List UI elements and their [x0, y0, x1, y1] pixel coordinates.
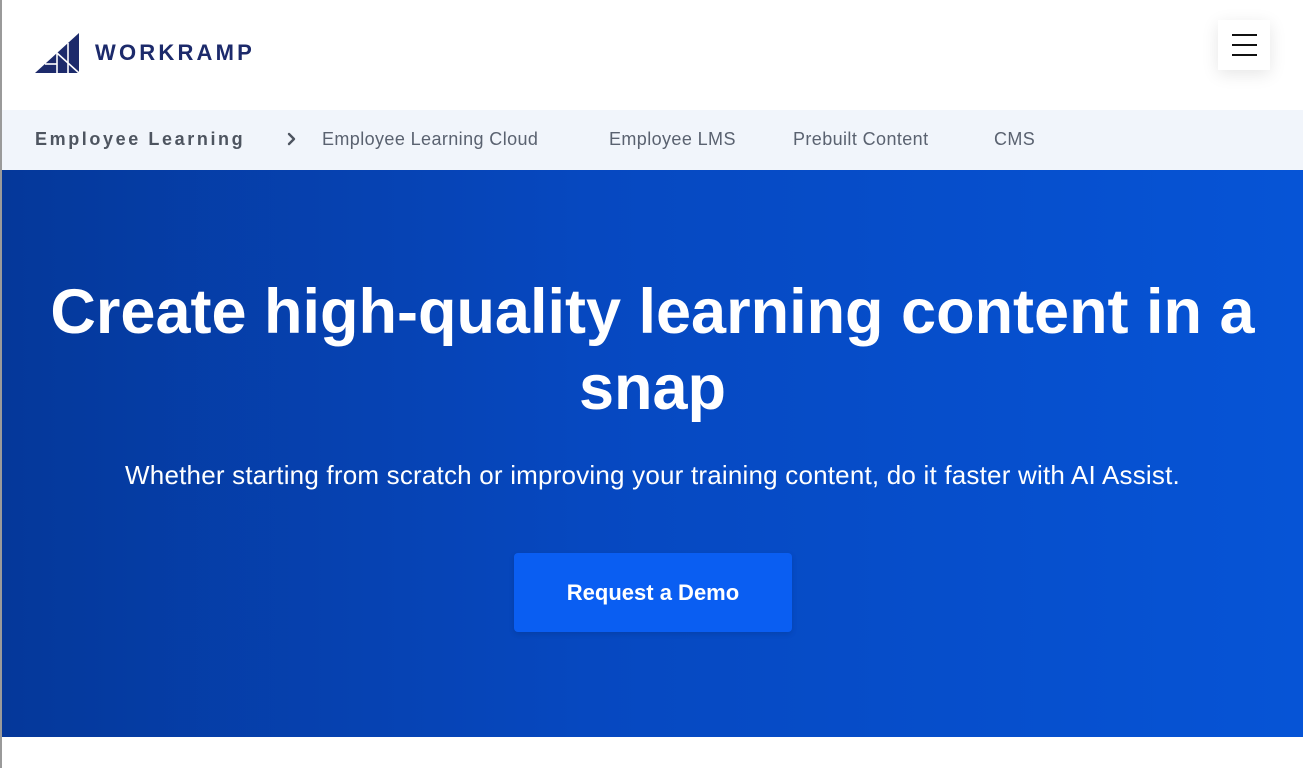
hero-title: Create high-quality learning content in …: [2, 274, 1303, 426]
below-hero-area: [2, 737, 1303, 768]
brand-name: WORKRAMP: [95, 40, 256, 65]
hamburger-menu-button[interactable]: [1218, 20, 1270, 70]
hero-section: Create high-quality learning content in …: [2, 170, 1303, 737]
request-demo-button[interactable]: Request a Demo: [514, 553, 792, 632]
page: WORKRAMP Employee Learning Employee Lear…: [0, 0, 1303, 768]
hero-title-line-1: Create high-quality learning content in …: [50, 277, 1255, 347]
subnav-link-employee-lms[interactable]: Employee LMS: [609, 129, 736, 150]
brand-logo-link[interactable]: WORKRAMP: [35, 33, 255, 73]
workramp-logo-icon: [35, 33, 79, 73]
chevron-right-icon: [287, 132, 296, 146]
hero-subtitle: Whether starting from scratch or improvi…: [125, 460, 1180, 490]
subnav-link-prebuilt-content[interactable]: Prebuilt Content: [793, 129, 928, 150]
hero-title-line-2: snap: [578, 353, 727, 423]
sub-navigation: Employee Learning Employee Learning Clou…: [2, 110, 1303, 170]
subnav-link-employee-learning-cloud[interactable]: Employee Learning Cloud: [322, 129, 538, 150]
site-header: WORKRAMP: [2, 0, 1303, 110]
subnav-section-employee-learning[interactable]: Employee Learning: [35, 129, 245, 150]
subnav-link-cms[interactable]: CMS: [994, 129, 1035, 150]
